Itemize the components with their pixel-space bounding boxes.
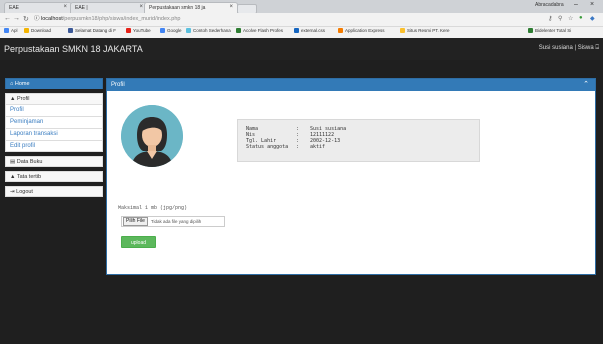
bookmark-label: Contoh Sederhana [193,28,231,33]
sidebar-item-label: Profil [16,96,30,102]
close-icon[interactable]: × [63,4,67,10]
upload-size-note: Maksimal 1 mb (jpg/png) [118,205,188,211]
bookmark-download[interactable]: Download [24,28,51,33]
panel-title: Profil [111,82,125,88]
browser-tab-2[interactable]: EAE | × [70,2,148,13]
bookmark-label: Application Express [345,28,385,33]
bookmark-label: external.css [301,28,326,33]
bookmark-youtube[interactable]: YouTube [126,28,151,33]
tab-title: Perpustakaan smkn 18 ja [149,5,206,11]
sidebar: ⌂ Home ▲ Profil Profil Peminjaman Lapora… [5,78,103,197]
browser-tab-strip: EAE × EAE | × Perpustakaan smkn 18 ja × … [0,0,603,14]
bookmark-label: Situs Resmi PT. Kere [407,28,450,33]
youtube-icon [126,28,131,33]
bookmark-label: YouTube [133,28,151,33]
sidebar-item-logout[interactable]: ⇥ Logout [5,186,103,197]
sidebar-link-edit-profil[interactable]: Edit profil [5,140,103,152]
browser-tab-3[interactable]: Perpustakaan smkn 18 ja × [144,2,238,13]
app-brand[interactable]: Perpustakaan SMKN 18 JAKARTA [4,44,143,54]
forward-icon[interactable]: → [13,15,20,22]
sidebar-link-laporan-transaksi[interactable]: Laporan transaksi [5,128,103,140]
zoom-icon[interactable]: ⚲ [558,15,562,22]
file-status-text: Tidak ada file yang dipilih [150,219,202,224]
browser-tab-1[interactable]: EAE × [4,2,72,13]
bookmark-apex[interactable]: Application Express [338,28,385,33]
bookmark-google[interactable]: Google [160,28,182,33]
url-path: /perpusmkn18/php/siswa/index_murid/index… [62,16,181,22]
bookmark-label: Bidelenter Total Si [535,28,572,33]
choose-file-button[interactable]: Pilih File [123,217,148,226]
bookmark-label: Apl [11,28,18,33]
sidebar-item-label: Tata tertib [16,174,42,180]
user-menu[interactable]: Susi susiana | Siswa ⍈ [539,45,599,52]
extension-icon-2[interactable]: ◆ [590,15,595,22]
logout-icon: ⍈ [595,45,599,51]
user-label: Susi susiana | Siswa [538,45,594,51]
bookmark-icon [294,28,299,33]
sidebar-item-home[interactable]: ⌂ Home [5,78,103,89]
browser-account[interactable]: Abracadabra [535,2,564,8]
bookmark-contoh[interactable]: Contoh Sederhana [186,28,231,33]
tab-title: EAE [9,5,20,11]
tab-title: EAE | [75,5,88,11]
bookmark-situs[interactable]: Situs Resmi PT. Kere [400,28,450,33]
info-icon[interactable]: ⓘ [34,16,41,22]
profile-info-box: Nama: Susi susiana Nis:12111122 Tgl. Lahi… [237,119,480,162]
browser-toolbar: ← → ↻ ⓘ localhost/perpusmkn18/php/siswa/… [0,13,603,27]
bookmark-label: Google [167,28,182,33]
window-close-icon[interactable]: × [590,1,594,8]
sidebar-item-tata-tertib[interactable]: ▲ Tata tertib [5,171,103,182]
app-navbar: Perpustakaan SMKN 18 JAKARTA Susi susian… [0,38,603,60]
bookmark-label: Selamat Datang di F [75,28,117,33]
bookmark-flash[interactable]: Acolve Flash Profes [236,28,283,33]
sidebar-item-label: Data Buku [16,159,43,165]
info-separator: : [296,144,300,150]
warning-icon: ▲ [10,174,17,180]
bookmark-apps[interactable]: Apl [4,28,18,33]
url-host: localhost [41,16,63,22]
sidebar-link-peminjaman[interactable]: Peminjaman [5,116,103,128]
close-icon[interactable]: × [139,4,143,10]
bookmark-bidelenter[interactable]: Bidelenter Total Si [528,28,571,33]
facebook-icon [68,28,73,33]
collapse-caret-icon[interactable]: ⌃ [583,79,589,91]
bookmark-external-css[interactable]: external.css [294,28,325,33]
bookmark-label: Download [31,28,52,33]
bookmark-facebook[interactable]: Selamat Datang di F [68,28,116,33]
profile-panel: Profil ⌃ Nama: Susi susiana Nis:12111122 … [106,78,596,275]
bookmark-icon [186,28,191,33]
bookmark-label: Acolve Flash Profes [243,28,284,33]
bookmark-icon [236,28,241,33]
bookmark-icon [528,28,533,33]
avatar-illustration-icon [121,105,183,167]
info-value: aktif [310,144,326,150]
file-input[interactable]: Pilih File Tidak ada file yang dipilih [121,216,225,227]
extension-icon[interactable]: ● [579,15,583,21]
back-icon[interactable]: ← [4,15,11,22]
user-icon: ▲ [10,96,17,102]
sidebar-item-label: Home [14,81,30,87]
bookmark-icon [400,28,405,33]
address-bar[interactable]: ⓘ localhost/perpusmkn18/php/siswa/index_… [34,15,180,23]
reload-icon[interactable]: ↻ [23,15,29,23]
key-icon[interactable]: ⚷ [548,15,552,22]
apps-icon [4,28,9,33]
sidebar-item-label: Logout [16,189,33,195]
download-icon [24,28,29,33]
minimize-icon[interactable]: – [574,1,578,8]
star-icon[interactable]: ☆ [568,15,573,22]
panel-header[interactable]: Profil ⌃ [107,79,595,91]
book-icon: ▤ [10,159,17,165]
info-key: Status anggota [246,144,289,150]
bookmark-icon [338,28,343,33]
sidebar-item-data-buku[interactable]: ▤ Data Buku [5,156,103,167]
upload-button[interactable]: upload [121,236,156,248]
close-icon[interactable]: × [229,4,233,10]
google-icon [160,28,165,33]
info-row-status: Status anggota: aktif [246,144,479,150]
sidebar-item-profil[interactable]: ▲ Profil [5,93,103,104]
sidebar-link-profil[interactable]: Profil [5,104,103,116]
avatar [121,105,183,167]
